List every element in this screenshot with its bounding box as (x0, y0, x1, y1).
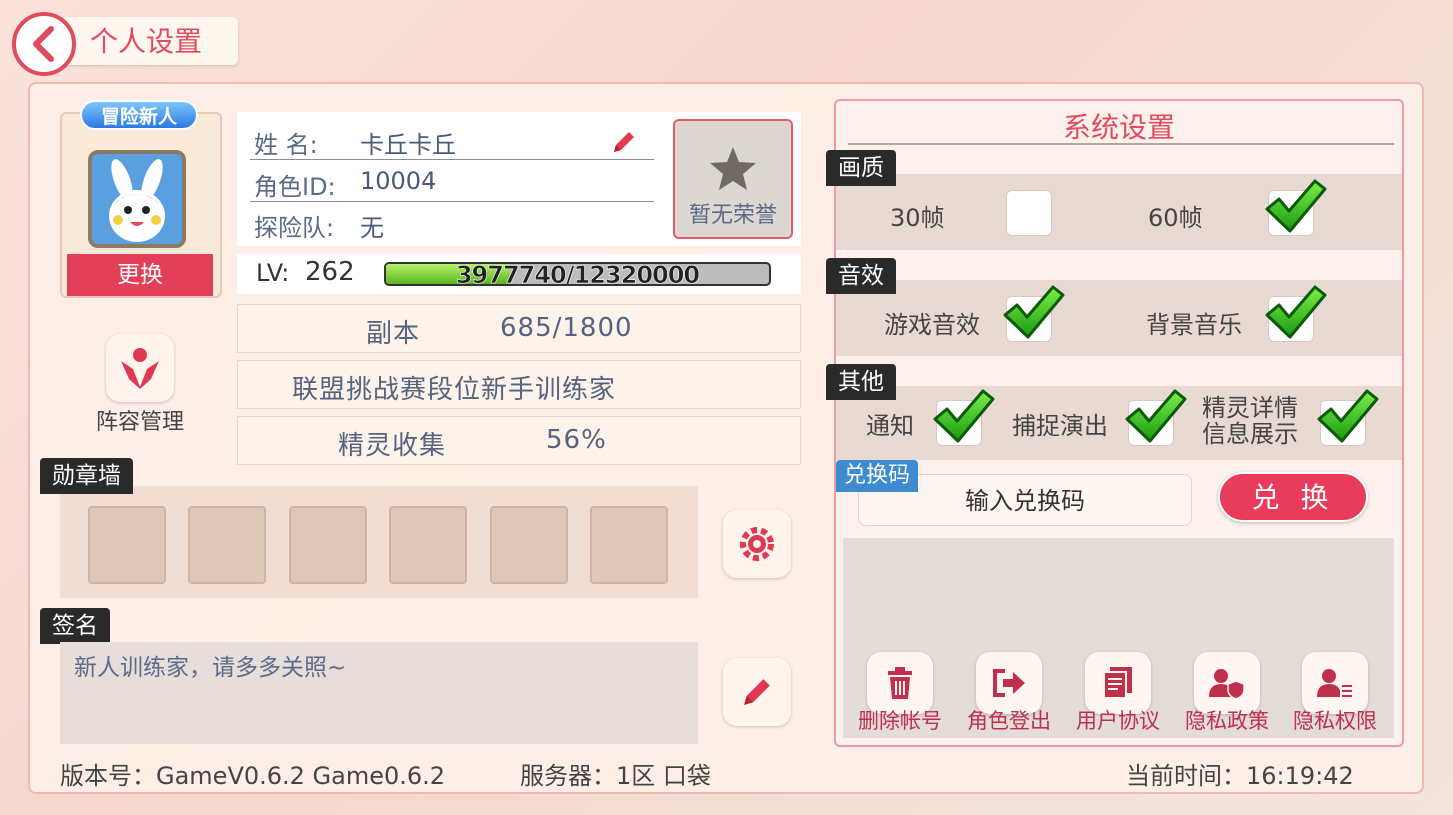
back-button[interactable] (12, 12, 76, 76)
divider (250, 159, 654, 160)
team-label: 探险队: (254, 214, 335, 242)
collection-row: 精灵收集 56% (237, 416, 801, 465)
capture-label: 捕捉演出 (1012, 412, 1108, 440)
redeem-code-label: 兑换码 (836, 460, 919, 492)
roster-management-button[interactable] (106, 334, 174, 402)
league-rank: 联盟挑战赛段位新手训练家 (292, 375, 617, 405)
checkmark-icon (931, 387, 995, 447)
bgm-label: 背景音乐 (1146, 311, 1242, 339)
checkmark-icon (1123, 387, 1187, 447)
medal-settings-button[interactable] (723, 510, 791, 578)
chevron-left-icon (33, 26, 54, 62)
fps60-checkbox[interactable] (1268, 190, 1314, 236)
user-agreement-label: 用户协议 (1076, 709, 1160, 733)
change-avatar-button[interactable]: 更换 (67, 254, 213, 296)
collection-value: 56% (546, 425, 607, 455)
game-sfx-label: 游戏音效 (884, 311, 980, 339)
logout-label: 角色登出 (967, 709, 1051, 733)
current-time: 当前时间：16:19:42 (1126, 762, 1354, 790)
pencil-icon (744, 679, 770, 705)
name-value: 卡丘卡丘 (360, 131, 456, 159)
redeem-button[interactable]: 兑 换 (1218, 472, 1368, 522)
medal-slot[interactable] (289, 506, 367, 584)
level-value: 262 (305, 257, 355, 287)
document-icon (1103, 667, 1132, 699)
privacy-shield-icon (1209, 669, 1245, 699)
roster-management-label: 阵容管理 (95, 410, 184, 435)
role-id-value: 10004 (360, 167, 437, 195)
medal-slot[interactable] (188, 506, 266, 584)
checkmark-icon (1001, 283, 1065, 343)
honor-label: 暂无荣誉 (688, 203, 777, 228)
edit-signature-button[interactable] (723, 658, 791, 726)
page-title: 个人设置 (64, 17, 238, 65)
other-label: 其他 (826, 364, 896, 400)
checkmark-icon (1263, 283, 1327, 343)
fps30-checkbox[interactable] (1006, 190, 1052, 236)
roster-icon (121, 348, 159, 389)
notify-checkbox[interactable] (936, 400, 982, 446)
league-row: 联盟挑战赛段位新手训练家 (237, 360, 801, 409)
trash-icon (888, 667, 912, 699)
logout-icon (993, 669, 1025, 697)
bgm-checkbox[interactable] (1268, 296, 1314, 342)
privacy-permission-icon (1317, 669, 1352, 697)
medal-slot[interactable] (88, 506, 166, 584)
medal-slot[interactable] (389, 506, 467, 584)
signature-text: 新人训练家，请多多关照~ (60, 642, 698, 744)
pencil-icon (614, 132, 634, 152)
checkmark-icon (1263, 177, 1327, 237)
checkmark-icon (1315, 387, 1379, 447)
role-id-label: 角色ID: (254, 173, 336, 201)
detail-label: 精灵详情 信息展示 (1202, 395, 1298, 447)
privacy-policy-label: 隐私政策 (1185, 709, 1269, 733)
gear-icon (740, 527, 774, 561)
title-badge: 冒险新人 (80, 100, 198, 130)
dungeon-value: 685/1800 (500, 313, 633, 343)
dungeon-row: 副本 685/1800 (237, 304, 801, 353)
medal-slot[interactable] (490, 506, 568, 584)
fps60-label: 60帧 (1148, 204, 1203, 232)
quality-label: 画质 (826, 150, 896, 186)
detail-label-line2: 信息展示 (1202, 420, 1298, 448)
collection-label: 精灵收集 (338, 431, 447, 461)
detail-label-line1: 精灵详情 (1202, 394, 1298, 422)
honor-slot[interactable]: 暂无荣誉 (673, 119, 793, 239)
server-text: 服务器：1区 口袋 (520, 762, 711, 790)
medal-slot[interactable] (590, 506, 668, 584)
divider (848, 143, 1394, 145)
medal-wall-label: 勋章墙 (40, 458, 133, 494)
version-text: 版本号：GameV0.6.2 Game0.6.2 (60, 762, 446, 790)
avatar[interactable] (88, 150, 186, 248)
exp-text: 3977740/12320000 (455, 262, 701, 286)
star-icon (710, 147, 756, 190)
team-value: 无 (360, 214, 384, 242)
sound-label: 音效 (826, 258, 896, 294)
privacy-permission-label: 隐私权限 (1293, 709, 1377, 733)
delete-account-label: 删除帐号 (858, 709, 942, 733)
divider (250, 201, 654, 202)
signature-label: 签名 (40, 608, 110, 644)
detail-checkbox[interactable] (1320, 400, 1366, 446)
system-settings-title: 系统设置 (1062, 111, 1175, 144)
capture-checkbox[interactable] (1128, 400, 1174, 446)
notify-label: 通知 (866, 412, 914, 440)
level-label: LV: (256, 259, 290, 287)
dungeon-label: 副本 (366, 319, 421, 349)
exp-bar: 3977740/12320000 (384, 262, 771, 286)
name-label: 姓 名: (254, 131, 318, 159)
game-sfx-checkbox[interactable] (1006, 296, 1052, 342)
edit-name-button[interactable] (610, 128, 638, 160)
fps30-label: 30帧 (890, 204, 945, 232)
